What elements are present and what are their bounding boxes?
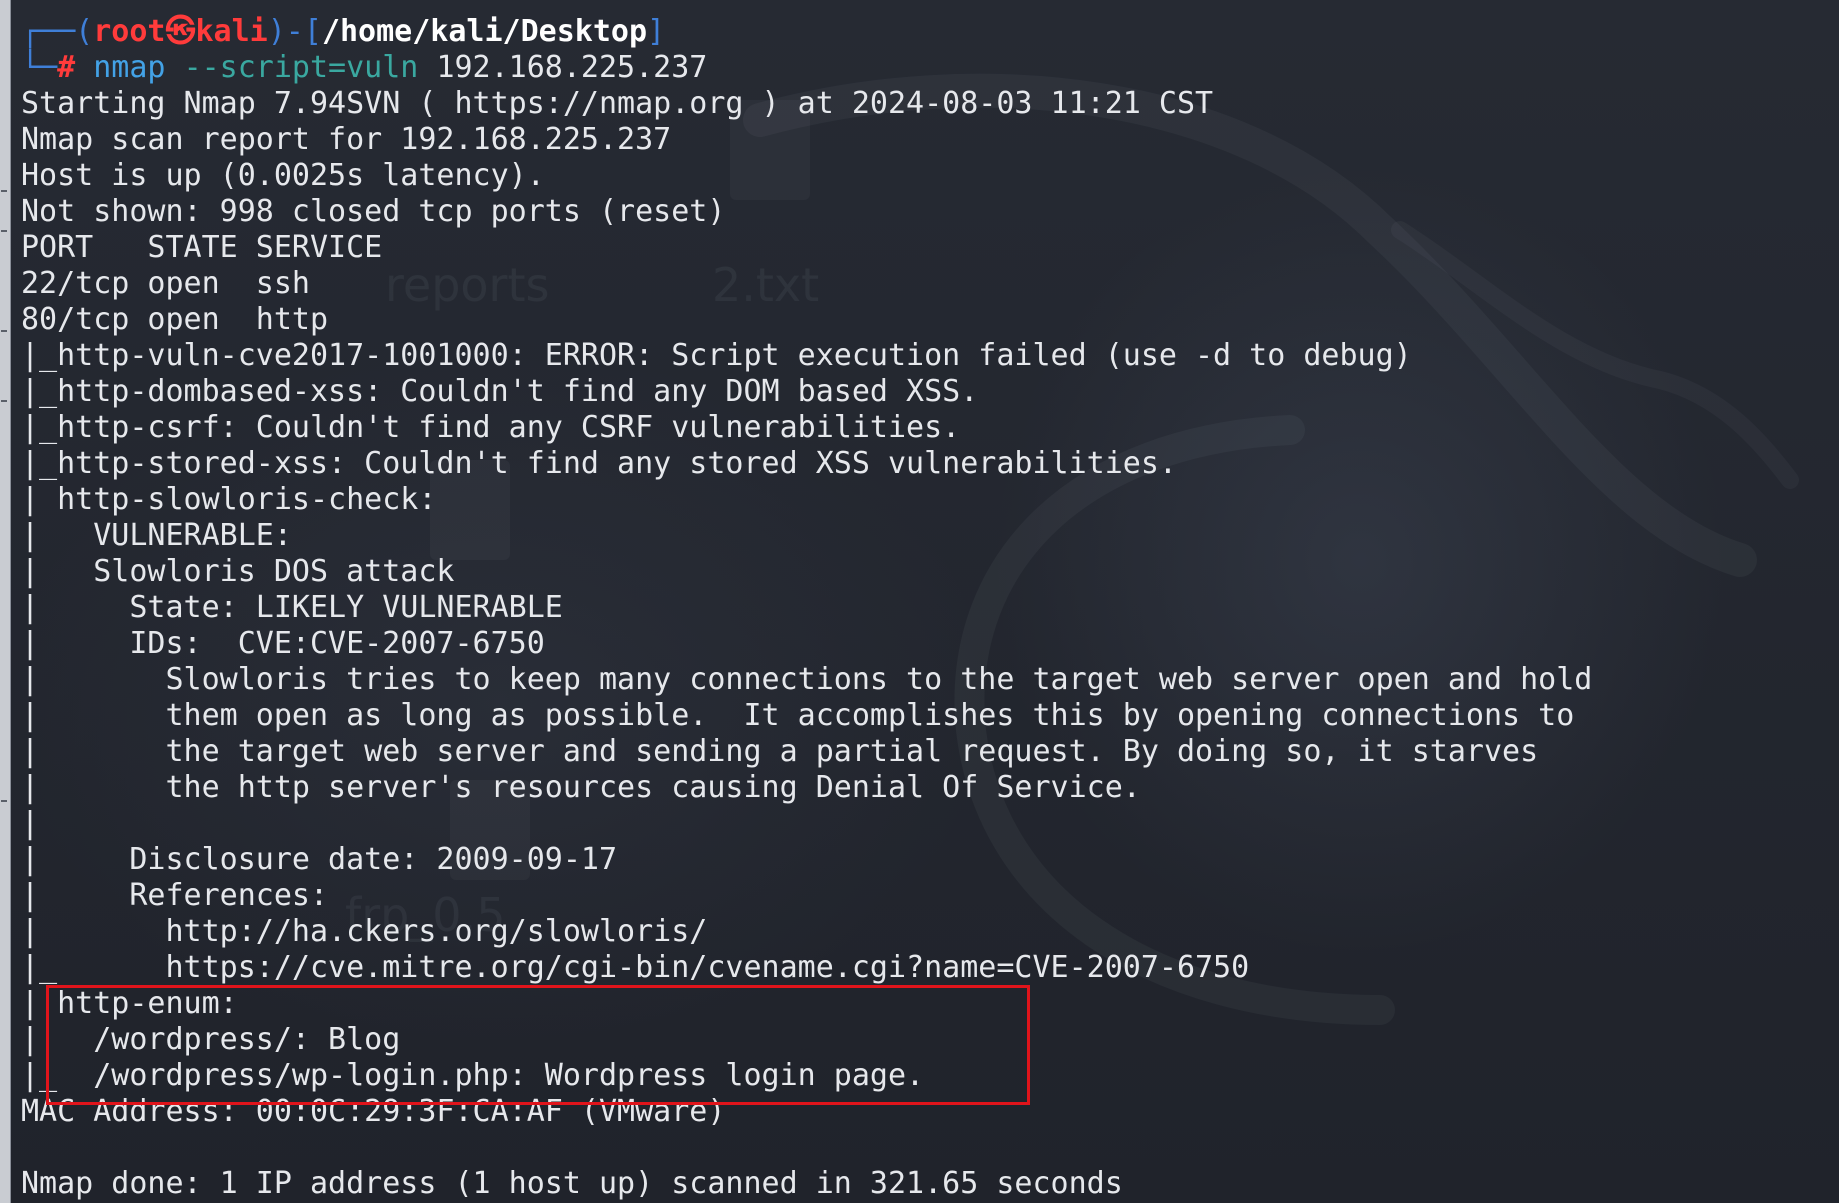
prompt-frame: ] bbox=[647, 14, 666, 49]
output-line: Nmap scan report for 192.168.225.237 bbox=[21, 122, 672, 157]
output-line: | Slowloris DOS attack bbox=[21, 554, 455, 589]
terminal-window[interactable]: reports 2.txt frp_0.5 ┌──(root㉿kali)-[/h… bbox=[0, 0, 1839, 1203]
prompt-host: kali bbox=[195, 14, 268, 49]
output-line: Starting Nmap 7.94SVN ( https://nmap.org… bbox=[21, 86, 1214, 121]
output-line: |_ https://cve.mitre.org/cgi-bin/cvename… bbox=[21, 950, 1250, 985]
command-option: --script=vuln bbox=[183, 50, 419, 85]
command-argument: 192.168.225.237 bbox=[436, 50, 708, 85]
output-line: | the target web server and sending a pa… bbox=[21, 734, 1539, 769]
command-name: nmap bbox=[93, 50, 166, 85]
output-line: | State: LIKELY VULNERABLE bbox=[21, 590, 563, 625]
output-line: | VULNERABLE: bbox=[21, 518, 292, 553]
output-line: Nmap done: 1 IP address (1 host up) scan… bbox=[21, 1166, 1123, 1201]
output-line: | Slowloris tries to keep many connectio… bbox=[21, 662, 1593, 697]
output-line: | bbox=[21, 806, 166, 841]
window-left-edge bbox=[0, 0, 11, 1203]
output-line: |_http-dombased-xss: Couldn't find any D… bbox=[21, 374, 979, 409]
output-line: Not shown: 998 closed tcp ports (reset) bbox=[21, 194, 726, 229]
skull-icon: ㉿ bbox=[165, 14, 196, 49]
prompt-frame: ┌──( bbox=[21, 14, 94, 49]
output-line: | the http server's resources causing De… bbox=[21, 770, 1141, 805]
output-line: | http://ha.ckers.org/slowloris/ bbox=[21, 914, 708, 949]
output-line: |_http-stored-xss: Couldn't find any sto… bbox=[21, 446, 1177, 481]
output-line: | References: bbox=[21, 878, 329, 913]
output-line: | Disclosure date: 2009-09-17 bbox=[21, 842, 618, 877]
prompt-header: ┌──(root㉿kali)-[/home/kali/Desktop] bbox=[21, 14, 1831, 50]
output-line: Host is up (0.0025s latency). bbox=[21, 158, 545, 193]
output-line: 80/tcp open http bbox=[21, 302, 329, 337]
command-line[interactable]: └─# nmap --script=vuln 192.168.225.237 bbox=[21, 50, 1831, 86]
output-line: |_http-vuln-cve2017-1001000: ERROR: Scri… bbox=[21, 338, 1412, 373]
prompt-symbol: # bbox=[57, 50, 76, 85]
output-line: |_http-csrf: Couldn't find any CSRF vuln… bbox=[21, 410, 961, 445]
prompt-user: root bbox=[93, 14, 166, 49]
output-line: | http-slowloris-check: bbox=[21, 482, 455, 517]
output-line: | them open as long as possible. It acco… bbox=[21, 698, 1575, 733]
output-line: PORT STATE SERVICE bbox=[21, 230, 383, 265]
http-enum-highlight-box bbox=[46, 985, 1030, 1105]
output-line: 22/tcp open ssh bbox=[21, 266, 310, 301]
prompt-path: /home/kali/Desktop bbox=[321, 14, 648, 49]
output-line: | IDs: CVE:CVE-2007-6750 bbox=[21, 626, 545, 661]
prompt-frame: )-[ bbox=[267, 14, 322, 49]
prompt-frame: └─ bbox=[21, 50, 58, 85]
